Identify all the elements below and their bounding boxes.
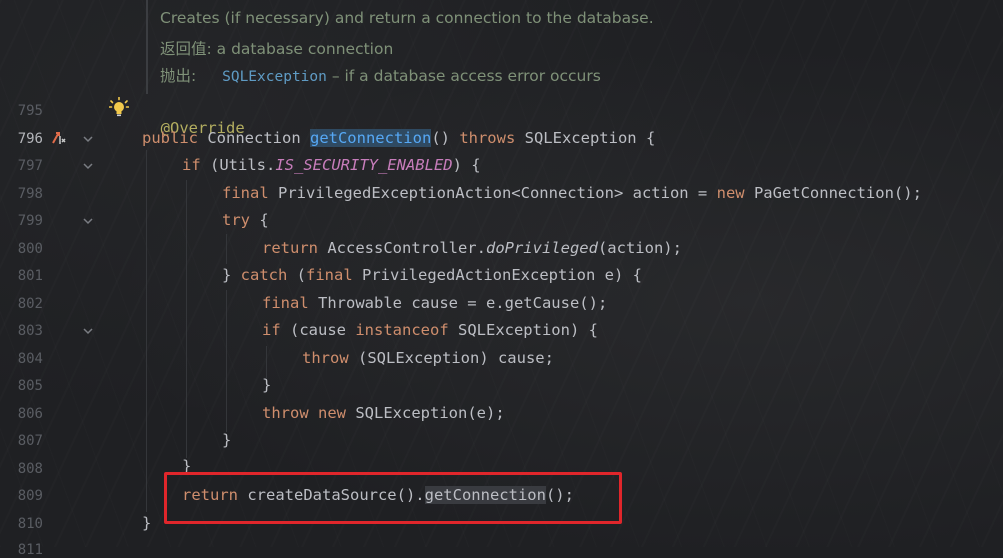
- code-text: SQLException {: [515, 129, 656, 147]
- line-number: 811: [17, 542, 43, 558]
- line-number: 806: [17, 406, 43, 422]
- line-number: 804: [17, 351, 43, 367]
- keyword: throws: [459, 129, 516, 147]
- line-number: 797: [17, 158, 43, 174]
- code-text: (): [431, 129, 460, 147]
- keyword: catch: [240, 266, 288, 284]
- line-number: 807: [17, 433, 43, 449]
- code-line-802[interactable]: final Throwable cause = e.getCause();: [262, 294, 607, 312]
- code-text: PrivilegedExceptionAction<Connection> ac…: [268, 184, 717, 202]
- javadoc-description: Creates (if necessary) and return a conn…: [160, 9, 654, 27]
- line-number: 802: [17, 296, 43, 312]
- code-text: Connection: [198, 129, 310, 147]
- indent-guide: [186, 180, 187, 458]
- code-line-798[interactable]: final PrivilegedExceptionAction<Connecti…: [222, 184, 922, 202]
- implements-icon[interactable]: [50, 129, 68, 147]
- code-text: (cause: [280, 321, 356, 339]
- code-line-797[interactable]: if (Utils.IS_SECURITY_ENABLED) {: [182, 156, 481, 174]
- line-number: 809: [17, 488, 43, 504]
- fold-chevron-icon[interactable]: [82, 160, 94, 172]
- javadoc-bar: [146, 0, 148, 94]
- code-text: (: [287, 266, 307, 284]
- keyword: throw: [262, 404, 309, 422]
- code-text: {: [250, 211, 269, 229]
- highlight-box: [164, 472, 622, 524]
- keyword: public: [142, 129, 198, 147]
- throws-type-link[interactable]: SQLException: [222, 69, 327, 85]
- indent-guide: [226, 234, 227, 264]
- code-line-799[interactable]: try {: [222, 211, 269, 229]
- code-text: (SQLException) cause;: [348, 349, 554, 367]
- line-number: 805: [17, 378, 43, 394]
- line-number: 799: [17, 213, 43, 229]
- rendered-javadoc: Creates (if necessary) and return a conn…: [0, 0, 1003, 94]
- method-name: getConnection: [309, 129, 432, 147]
- static-field: IS_SECURITY_ENABLED: [275, 156, 453, 174]
- code-text: }: [222, 431, 232, 449]
- bulb-icon[interactable]: [109, 97, 129, 119]
- returns-label: 返回值:: [160, 40, 212, 58]
- code-text: }: [142, 514, 152, 532]
- code-text: (action);: [597, 239, 682, 257]
- code-line-796[interactable]: public Connection getConnection() throws…: [142, 129, 655, 147]
- keyword: final: [262, 294, 309, 312]
- code-text: (Utils.: [200, 156, 276, 174]
- code-line-801[interactable]: } catch (final PrivilegedActionException…: [222, 266, 642, 284]
- code-text: SQLException) {: [448, 321, 598, 339]
- code-text: Throwable cause = e.getCause();: [308, 294, 608, 312]
- code-line-806[interactable]: throw new SQLException(e);: [262, 404, 505, 422]
- fold-chevron-icon[interactable]: [82, 133, 94, 145]
- throws-label: 抛出:: [160, 67, 197, 85]
- keyword: instanceof: [355, 321, 449, 339]
- static-method: doPrivileged: [485, 239, 598, 257]
- javadoc-throws: 抛出: SQLException – if a database access …: [160, 64, 601, 86]
- keyword: try: [222, 211, 250, 229]
- code-text: SQLException(e);: [346, 404, 505, 422]
- code-text: AccessController.: [318, 239, 486, 257]
- code-line-804[interactable]: throw (SQLException) cause;: [302, 349, 554, 367]
- javadoc-returns: 返回值: a database connection: [160, 37, 393, 59]
- line-number: 801: [17, 268, 43, 284]
- fold-chevron-icon[interactable]: [82, 325, 94, 337]
- keyword: return: [262, 239, 318, 257]
- code-text: PaGetConnection();: [744, 184, 922, 202]
- code-line-800[interactable]: return AccessController.doPrivileged(act…: [262, 239, 682, 257]
- keyword: throw: [302, 349, 349, 367]
- line-number: 810: [17, 516, 43, 532]
- code-line-805[interactable]: }: [262, 376, 271, 394]
- indent-guide: [146, 150, 147, 512]
- fold-chevron-icon[interactable]: [82, 215, 94, 227]
- keyword: final: [222, 184, 269, 202]
- keyword: final: [306, 266, 353, 284]
- throws-text: – if a database access error occurs: [331, 67, 601, 85]
- line-number: 808: [17, 461, 43, 477]
- code-text: }: [222, 266, 241, 284]
- code-text: PrivilegedActionException e) {: [352, 266, 642, 284]
- code-line-810[interactable]: }: [142, 514, 151, 532]
- line-number-current: 796: [17, 131, 43, 147]
- line-number: 800: [17, 241, 43, 257]
- code-line-807[interactable]: }: [222, 431, 231, 449]
- line-number: 795: [17, 103, 43, 119]
- code-line-803[interactable]: if (cause instanceof SQLException) {: [262, 321, 598, 339]
- returns-text: a database connection: [216, 40, 394, 58]
- code-text: }: [262, 376, 272, 394]
- keyword: new: [716, 184, 745, 202]
- indent-guide: [226, 290, 227, 432]
- keyword: if: [262, 321, 281, 339]
- line-number: 798: [17, 186, 43, 202]
- indent-guide: [266, 346, 267, 378]
- keyword: if: [182, 156, 201, 174]
- keyword: new: [318, 404, 347, 422]
- line-number: 803: [17, 323, 43, 339]
- code-text: ) {: [452, 156, 481, 174]
